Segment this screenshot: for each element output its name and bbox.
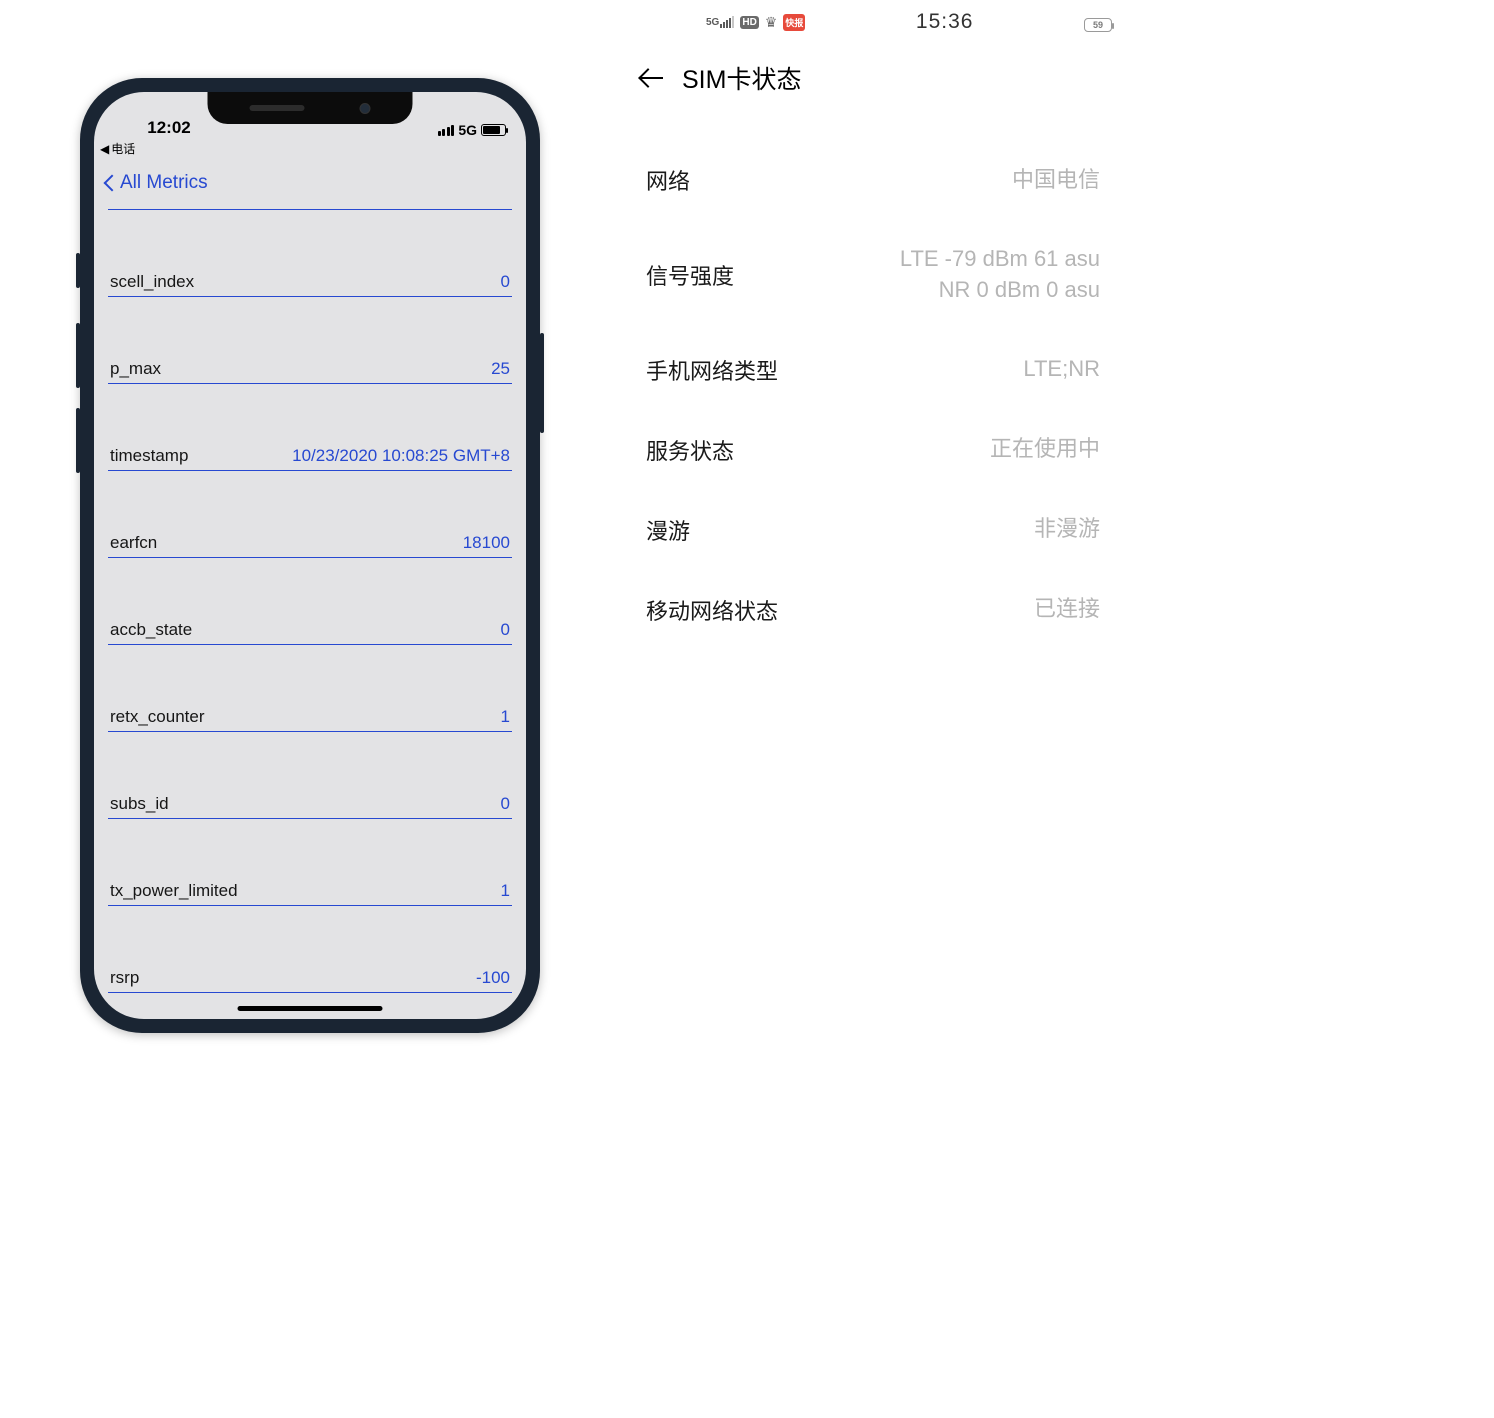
metric-value: 0 (501, 272, 510, 292)
setting-value: LTE -79 dBm 61 asu NR 0 dBm 0 asu (900, 244, 1100, 306)
breadcrumb-label: 电话 (111, 140, 135, 157)
metric-value: 1 (501, 881, 510, 901)
setting-label: 网络 (646, 164, 690, 196)
metric-label: subs_id (110, 794, 169, 814)
setting-value: 已连接 (1034, 594, 1100, 625)
setting-value: 正在使用中 (990, 434, 1100, 465)
setting-label: 移动网络状态 (646, 594, 778, 626)
iphone-notch (208, 92, 413, 124)
metric-row[interactable]: p_max 25 (108, 353, 512, 384)
return-to-app-breadcrumb[interactable]: ◀ 电话 (94, 140, 526, 161)
setting-label: 服务状态 (646, 434, 734, 466)
iphone-power-button (540, 333, 544, 433)
back-button[interactable] (638, 64, 666, 92)
crown-icon: ♛ (765, 14, 778, 31)
metric-row[interactable]: rsrp -100 (108, 962, 512, 993)
sim-status-list: 网络 中国电信信号强度 LTE -79 dBm 61 asu NR 0 dBm 0 … (618, 120, 1128, 650)
setting-value: 非漫游 (1034, 514, 1100, 545)
iphone-volume-up (76, 323, 80, 388)
network-type-label: 5G (458, 122, 477, 138)
iphone-volume-down (76, 408, 80, 473)
metric-label: earfcn (110, 533, 157, 553)
metric-value: 18100 (463, 533, 510, 553)
notch-camera (360, 103, 371, 114)
caret-left-icon: ◀ (100, 142, 109, 156)
hd-badge-icon: HD (740, 16, 758, 29)
metrics-list[interactable]: rach_resultLTE_RACH_RESULT_SUCCESS scell_… (94, 202, 526, 1019)
setting-row[interactable]: 信号强度 LTE -79 dBm 61 asu NR 0 dBm 0 asu (646, 220, 1100, 330)
network-gen-label: 5G (706, 18, 719, 28)
back-button[interactable]: All Metrics (104, 172, 208, 194)
status-time: 15:36 (813, 10, 1076, 34)
chevron-left-icon (104, 173, 116, 193)
setting-row[interactable]: 网络 中国电信 (646, 140, 1100, 220)
metric-row[interactable]: tx_power_limited 1 (108, 875, 512, 906)
metric-row[interactable]: accb_state 0 (108, 614, 512, 645)
metric-label: accb_state (110, 620, 192, 640)
battery-pct: 59 (1093, 20, 1103, 30)
battery-icon (481, 124, 506, 136)
metric-row[interactable]: timestamp 10/23/2020 10:08:25 GMT+8 (108, 440, 512, 471)
metric-row[interactable]: scell_index 0 (108, 266, 512, 297)
setting-row[interactable]: 漫游 非漫游 (646, 490, 1100, 570)
status-time: 12:02 (114, 118, 224, 138)
arrow-left-icon (641, 67, 663, 89)
metric-value: 10/23/2020 10:08:25 GMT+8 (292, 446, 510, 466)
metric-label: scell_index (110, 272, 194, 292)
android-status-bar: 5G HD ♛ 快报 15:36 59 (618, 0, 1128, 44)
iphone-mute-switch (76, 253, 80, 288)
app-badge-icon: 快报 (783, 14, 805, 31)
setting-label: 手机网络类型 (646, 354, 778, 386)
notch-speaker (250, 105, 305, 111)
page-header: SIM卡状态 (618, 44, 1128, 120)
battery-icon: 59 (1084, 18, 1112, 32)
metric-row[interactable]: earfcn 18100 (108, 527, 512, 558)
metric-row[interactable]: retx_counter 1 (108, 701, 512, 732)
metric-value: 1 (501, 707, 510, 727)
setting-label: 信号强度 (646, 259, 734, 291)
android-screen: 5G HD ♛ 快报 15:36 59 SIM卡状态 网络 中国电信信号强度 LTE… (618, 0, 1128, 1100)
ios-nav-bar: All Metrics (94, 161, 526, 205)
setting-row[interactable]: 服务状态 正在使用中 (646, 410, 1100, 490)
metric-value: 0 (501, 620, 510, 640)
metric-row[interactable]: subs_id 0 (108, 788, 512, 819)
signal-bars-icon (438, 125, 455, 136)
iphone-frame: 12:02 5G ◀ 电话 All Metrics rach_resultLTE… (80, 78, 540, 1033)
metric-value: 25 (491, 359, 510, 379)
metric-value: -100 (476, 968, 510, 988)
setting-row[interactable]: 手机网络类型 LTE;NR (646, 330, 1100, 410)
metric-value: 0 (501, 794, 510, 814)
iphone-screen: 12:02 5G ◀ 电话 All Metrics rach_resultLTE… (94, 92, 526, 1019)
setting-value: 中国电信 (1012, 165, 1100, 196)
back-label: All Metrics (120, 172, 208, 194)
metric-label: tx_power_limited (110, 881, 238, 901)
setting-value: LTE;NR (1023, 354, 1100, 385)
page-title: SIM卡状态 (682, 60, 801, 96)
metric-label: rsrp (110, 968, 139, 988)
metric-label: timestamp (110, 446, 188, 466)
metric-label: retx_counter (110, 707, 205, 727)
signal-bars-icon (720, 16, 734, 28)
home-indicator[interactable] (238, 1006, 383, 1011)
setting-row[interactable]: 移动网络状态 已连接 (646, 570, 1100, 650)
metric-row[interactable]: rach_resultLTE_RACH_RESULT_SUCCESS (108, 202, 512, 210)
setting-label: 漫游 (646, 514, 690, 546)
metric-label: p_max (110, 359, 161, 379)
